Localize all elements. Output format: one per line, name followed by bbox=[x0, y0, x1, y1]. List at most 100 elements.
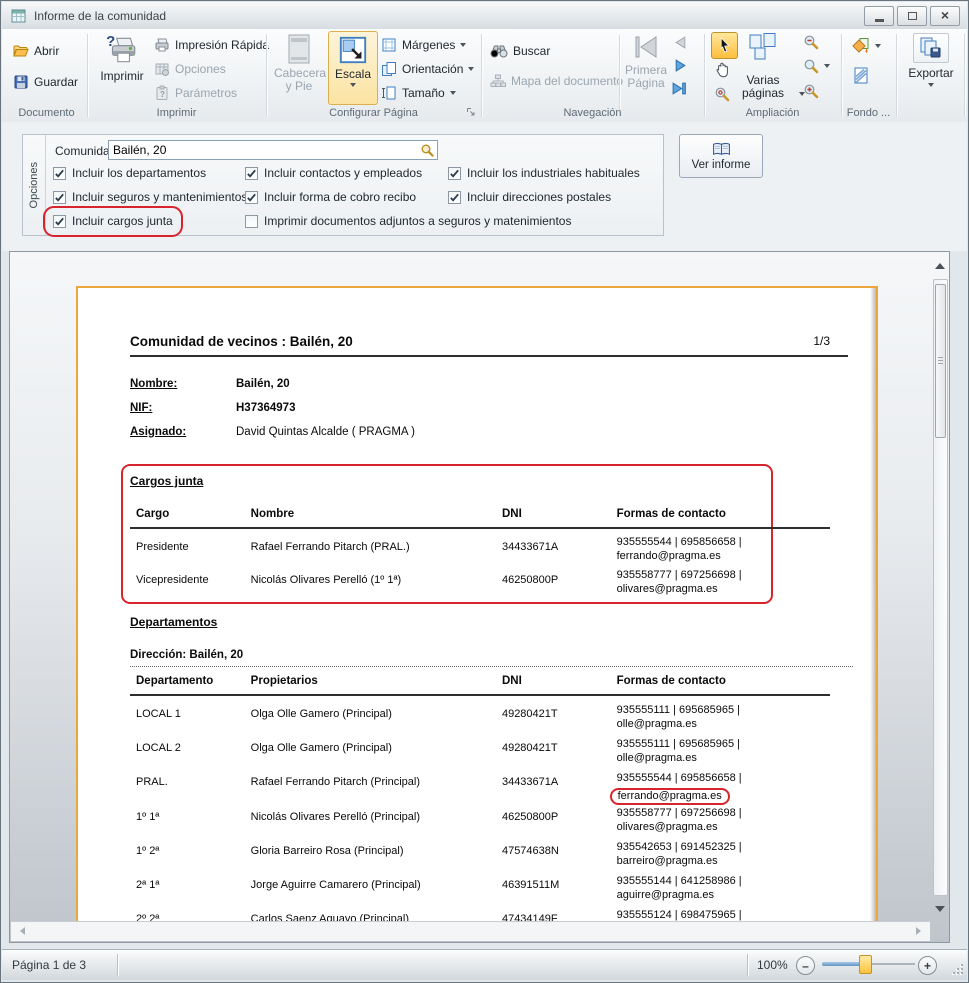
zoom-out-button[interactable] bbox=[803, 34, 820, 51]
checkbox-incluir-seguros[interactable]: Incluir seguros y mantenimientos bbox=[53, 190, 247, 204]
page-count-label: Página 1 de 3 bbox=[12, 958, 86, 972]
orientacion-button[interactable]: Orientación bbox=[381, 61, 474, 77]
minimize-icon bbox=[875, 19, 884, 22]
guardar-button[interactable]: Guardar bbox=[13, 74, 78, 90]
ver-informe-button[interactable]: Ver informe bbox=[679, 134, 763, 178]
field-value: David Quintas Alcalde ( PRAGMA ) bbox=[236, 426, 415, 438]
checkbox-box[interactable] bbox=[53, 191, 66, 204]
checkbox-direcciones-postales[interactable]: Incluir direcciones postales bbox=[448, 190, 611, 204]
imprimir-button[interactable]: ? Imprimir bbox=[94, 33, 150, 103]
margins-icon bbox=[381, 37, 397, 53]
cursor-arrow-icon bbox=[717, 37, 732, 54]
resize-grip[interactable] bbox=[951, 962, 963, 974]
restore-button[interactable] bbox=[897, 6, 927, 26]
checkbox-incluir-departamentos[interactable]: Incluir los departamentos bbox=[53, 166, 206, 180]
checkbox-box[interactable] bbox=[53, 167, 66, 180]
scrollbar-track[interactable] bbox=[933, 279, 948, 896]
impresion-rapida-button[interactable]: Impresión Rápida bbox=[154, 37, 269, 53]
checkbox-forma-cobro[interactable]: Incluir forma de cobro recibo bbox=[245, 190, 416, 204]
varias-paginas-button[interactable]: Varias páginas bbox=[729, 71, 797, 100]
first-page-icon bbox=[632, 33, 660, 61]
checkbox-box[interactable] bbox=[448, 167, 461, 180]
scroll-right-icon[interactable] bbox=[916, 927, 921, 935]
exportar-button[interactable]: Exportar bbox=[903, 31, 959, 105]
scroll-up-icon[interactable] bbox=[935, 263, 945, 269]
opciones-button[interactable]: Opciones bbox=[154, 61, 226, 77]
minimize-button[interactable] bbox=[864, 6, 894, 26]
divider bbox=[130, 666, 853, 667]
zoom-in-button[interactable] bbox=[803, 83, 820, 100]
cargos-row: Presidente Rafael Ferrando Pitarch (PRAL… bbox=[136, 536, 830, 563]
primera-pagina-button[interactable]: Primera Página bbox=[623, 33, 669, 103]
abrir-button[interactable]: Abrir bbox=[13, 43, 59, 59]
horizontal-scrollbar[interactable] bbox=[11, 921, 930, 941]
ribbon-toolbar: Abrir Guardar Documento ? Imprimir Impre… bbox=[2, 29, 967, 123]
divider bbox=[117, 954, 118, 976]
pointer-tool-button[interactable] bbox=[711, 32, 738, 59]
checkbox-box[interactable] bbox=[448, 191, 461, 204]
group-imprimir: ? Imprimir Impresión Rápida Opciones ? P… bbox=[88, 29, 267, 122]
previous-page-button[interactable] bbox=[673, 35, 688, 50]
field-value: Bailén, 20 bbox=[236, 378, 290, 390]
group-label-ampliacion: Ampliación bbox=[705, 107, 840, 119]
next-page-button[interactable] bbox=[673, 58, 688, 73]
scrollbar-thumb[interactable] bbox=[935, 284, 946, 438]
scroll-down-icon[interactable] bbox=[935, 906, 945, 912]
quick-print-icon bbox=[154, 37, 170, 53]
thumb-grip bbox=[938, 357, 943, 358]
checkbox-imprimir-adjuntos[interactable]: Imprimir documentos adjuntos a seguros y… bbox=[245, 214, 571, 228]
departamentos-heading: Departamentos bbox=[130, 615, 217, 629]
app-window: Informe de la comunidad × Abrir Guardar … bbox=[0, 0, 969, 983]
report-title: Comunidad de vecinos : Bailén, 20 bbox=[130, 334, 353, 349]
escala-button[interactable]: Escala bbox=[328, 31, 378, 105]
cargos-junta-heading: Cargos junta bbox=[130, 474, 203, 488]
options-zone: Opciones Comunidad: Bailén, 20 Incluir l… bbox=[2, 122, 967, 251]
close-button[interactable]: × bbox=[930, 6, 960, 26]
checkbox-box[interactable] bbox=[245, 191, 258, 204]
mapa-documento-button[interactable]: Mapa del documento bbox=[490, 74, 623, 88]
orientation-icon bbox=[381, 61, 397, 77]
watermark-button[interactable] bbox=[853, 66, 869, 85]
cabecera-y-pie-button[interactable]: Cabecera y Pie bbox=[273, 34, 325, 104]
page-size-icon bbox=[381, 85, 397, 101]
departamentos-table-header: Departamento Propietarios DNI Formas de … bbox=[136, 675, 830, 687]
scroll-left-icon[interactable] bbox=[20, 927, 25, 935]
departamento-row: 2ª 1ª Jorge Aguirre Camarero (Principal)… bbox=[136, 875, 830, 902]
field-value: H37364973 bbox=[236, 402, 295, 414]
report-book-icon bbox=[712, 142, 731, 157]
page-color-button[interactable] bbox=[850, 36, 870, 56]
parametros-button[interactable]: ? Parámetros bbox=[154, 85, 237, 101]
comunidad-input[interactable]: Bailén, 20 bbox=[108, 140, 438, 160]
last-page-button[interactable] bbox=[671, 81, 688, 96]
comunidad-value: Bailén, 20 bbox=[109, 141, 437, 159]
group-label-documento: Documento bbox=[7, 107, 86, 119]
dropdown-arrow-icon bbox=[824, 64, 830, 68]
zoom-out-button[interactable]: – bbox=[796, 956, 815, 975]
checkbox-box[interactable] bbox=[245, 167, 258, 180]
departamento-row: LOCAL 2 Olga Olle Gamero (Principal) 492… bbox=[136, 738, 830, 765]
printer-question-icon: ? bbox=[105, 33, 139, 67]
checkbox-incluir-contactos[interactable]: Incluir contactos y empleados bbox=[245, 166, 422, 180]
window-title: Informe de la comunidad bbox=[34, 9, 166, 23]
checkbox-box[interactable] bbox=[245, 215, 258, 228]
zoom-level-button[interactable] bbox=[803, 58, 820, 75]
search-icon[interactable] bbox=[420, 143, 435, 158]
header-footer-page-icon bbox=[287, 34, 311, 64]
checkbox-industriales[interactable]: Incluir los industriales habituales bbox=[448, 166, 640, 180]
divider bbox=[747, 954, 748, 976]
document-map-icon bbox=[490, 74, 506, 88]
tamano-button[interactable]: Tamaño bbox=[381, 85, 456, 101]
field-label: Asignado: bbox=[130, 426, 186, 438]
departamento-row: 1º 2ª Gloria Barreiro Rosa (Principal) 4… bbox=[136, 841, 830, 868]
field-label: NIF: bbox=[130, 402, 152, 414]
buscar-button[interactable]: Buscar bbox=[490, 44, 550, 58]
zoom-percentage-label: 100% bbox=[757, 958, 788, 972]
zoom-in-button[interactable]: + bbox=[918, 956, 937, 975]
vertical-scrollbar[interactable] bbox=[932, 255, 949, 920]
group-exportar: Exportar bbox=[897, 29, 965, 122]
departamento-row: 1º 1ª Nicolás Olivares Perelló (Principa… bbox=[136, 807, 830, 834]
group-fondo: Fondo ... bbox=[842, 29, 897, 122]
open-folder-icon bbox=[13, 43, 29, 59]
zoom-slider-thumb[interactable] bbox=[859, 955, 872, 974]
margenes-button[interactable]: Márgenes bbox=[381, 37, 466, 53]
